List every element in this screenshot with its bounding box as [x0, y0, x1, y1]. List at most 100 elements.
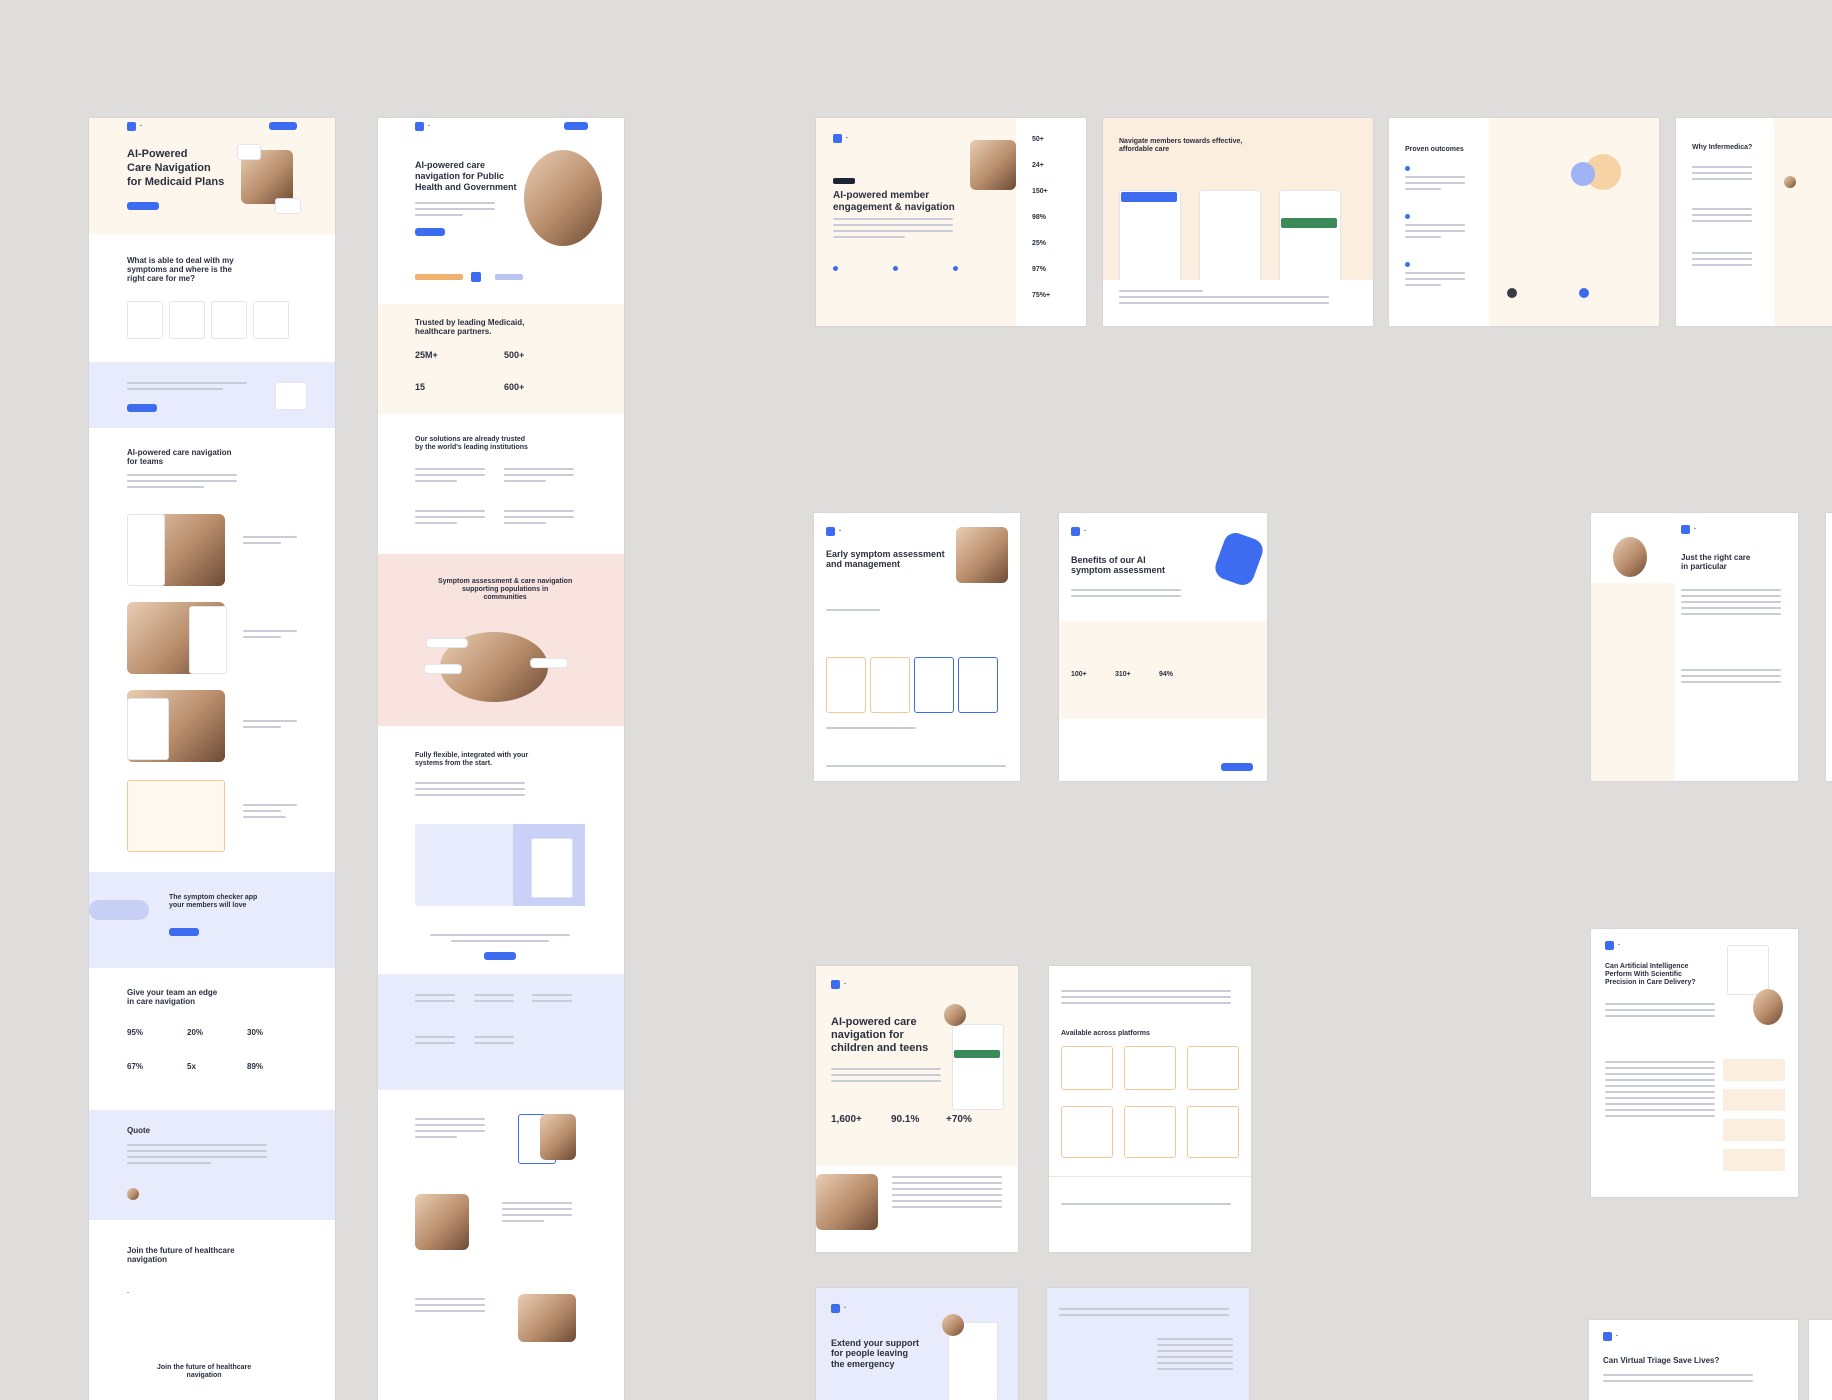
stat-value: 90.1%	[891, 1114, 920, 1125]
app-section: The symptom checker app your members wil…	[89, 872, 335, 968]
frame-benefits-ai[interactable]: · Benefits of our AI symptom assessment …	[1059, 513, 1267, 781]
resource-text	[415, 1118, 485, 1142]
frame-proven-outcomes[interactable]: Proven outcomes	[1389, 118, 1659, 326]
platform-card	[1187, 1046, 1239, 1090]
hero-title: AI-powered care navigation for Public He…	[415, 160, 517, 192]
checklist	[1157, 1338, 1233, 1374]
frame-why-infermedica[interactable]: Why Infermedica?	[1676, 118, 1832, 326]
symptom-card	[870, 657, 910, 713]
frame-body	[1603, 1374, 1753, 1386]
resource-text	[502, 1202, 572, 1226]
ui-card-header	[1121, 192, 1177, 202]
brand-logo: ·	[415, 122, 430, 131]
profile-photo	[1613, 537, 1647, 577]
frame-early-symptom[interactable]: · Early symptom assessment and managemen…	[814, 513, 1020, 781]
nav-cta-button[interactable]	[269, 122, 297, 130]
hero-cta-button[interactable]	[415, 228, 445, 236]
banner-button[interactable]	[127, 404, 157, 412]
outcome-text	[1405, 224, 1465, 242]
frame-footer	[1103, 280, 1373, 326]
stats-title: Trusted by leading Medicaid, healthcare …	[415, 318, 525, 337]
brand-logo: ·	[833, 134, 848, 143]
bullet-list	[892, 1176, 1002, 1212]
integration-list	[415, 782, 525, 800]
outcome-icon	[1405, 214, 1410, 219]
pill-row	[826, 609, 1006, 615]
frame-footer	[826, 765, 1006, 771]
outcome-icon	[1405, 166, 1410, 171]
stat-value: 50+	[1032, 136, 1044, 143]
frame-body	[1692, 208, 1752, 226]
highlight-box	[1723, 1059, 1785, 1081]
avatar	[944, 1004, 966, 1026]
feature-item	[474, 1036, 514, 1048]
integration-button[interactable]	[484, 952, 516, 960]
frame-children-teens[interactable]: · AI-powered care navigation for childre…	[816, 966, 1018, 1252]
section-title: Our solutions are already trusted by the…	[415, 436, 528, 452]
stat-value: 150+	[1032, 188, 1048, 195]
hero-body	[415, 202, 495, 220]
frame-title: Proven outcomes	[1405, 146, 1464, 153]
pill-row	[826, 727, 1006, 733]
frame-right-care[interactable]: · Just the right care in particular	[1591, 513, 1798, 781]
frame-title: AI-powered care navigation for children …	[831, 1016, 929, 1055]
hero-section: · AI-Powered Care Navigation for Medicai…	[89, 118, 335, 234]
avatar	[942, 1314, 964, 1336]
frame-stats-list[interactable]	[1047, 1288, 1249, 1400]
frame-virtual-triage[interactable]: · Can Virtual Triage Save Lives?	[1589, 1320, 1798, 1400]
highlight-box	[1723, 1149, 1785, 1171]
frame-photo	[970, 140, 1016, 190]
cta-button[interactable]	[1221, 763, 1253, 771]
frame-extend-support[interactable]: · Extend your support for people leaving…	[816, 1288, 1018, 1400]
section-body	[127, 474, 237, 492]
solution-text	[504, 510, 574, 528]
frame-title: Available across platforms	[1061, 1030, 1150, 1037]
chat-bubble	[424, 664, 462, 674]
stat-value: 67%	[127, 1062, 144, 1071]
phone-mockup	[127, 514, 165, 586]
feature-text	[243, 630, 297, 642]
frame-body	[1681, 589, 1781, 619]
page-frame-public-health[interactable]: · AI-powered care navigation for Public …	[378, 118, 624, 1400]
stat-value: 75%+	[1032, 292, 1051, 299]
frame-body	[1061, 990, 1231, 1008]
outcome-text	[1405, 176, 1465, 194]
resource-text	[415, 1298, 485, 1316]
outcome-text	[1405, 272, 1465, 290]
ui-card	[1199, 190, 1261, 288]
frame-partial-right[interactable]	[1809, 1320, 1832, 1400]
stat-value: 94%	[1159, 671, 1174, 678]
stat-value: ·	[127, 1290, 130, 1297]
frame-body	[1071, 589, 1181, 601]
frame-title: Extend your support for people leaving t…	[831, 1338, 920, 1369]
frame-partial-right[interactable]	[1826, 513, 1832, 781]
symptom-card	[914, 657, 954, 713]
chat-bubble	[426, 638, 468, 648]
stat-value: 95%	[127, 1028, 144, 1037]
stat-value: 25%	[1032, 240, 1047, 247]
frame-ai-precision[interactable]: · Can Artificial Intelligence Perform Wi…	[1591, 929, 1798, 1197]
nav-cta-button[interactable]	[564, 122, 588, 130]
resource-photo	[415, 1194, 469, 1250]
hero-cta-button[interactable]	[127, 202, 159, 210]
feature-item	[415, 1036, 455, 1048]
stats-section: Trusted by leading Medicaid, healthcare …	[378, 304, 624, 414]
frame-title: Benefits of our AI symptom assessment	[1071, 555, 1166, 576]
venn-circle	[1571, 162, 1595, 186]
page-frame-medicaid[interactable]: · AI-Powered Care Navigation for Medicai…	[89, 118, 335, 1400]
app-cta-button[interactable]	[169, 928, 199, 936]
frame-member-engagement[interactable]: · AI-powered member engagement & navigat…	[816, 118, 1086, 326]
feature-card	[211, 301, 247, 339]
frame-navigate-members[interactable]: Navigate members towards effective, affo…	[1103, 118, 1373, 326]
frame-title: Just the right care in particular	[1681, 553, 1751, 572]
frame-title: AI-powered member engagement & navigatio…	[833, 190, 955, 213]
platform-card	[1187, 1106, 1239, 1158]
frame-body	[833, 218, 953, 242]
frame-platforms[interactable]: Available across platforms	[1049, 966, 1251, 1252]
feature-item	[532, 994, 572, 1006]
design-canvas: · AI-Powered Care Navigation for Medicai…	[0, 0, 1832, 1400]
banner-illustration	[275, 382, 307, 410]
feature-icon	[833, 266, 838, 271]
integration-illustration	[415, 824, 585, 906]
feature-card	[127, 301, 163, 339]
